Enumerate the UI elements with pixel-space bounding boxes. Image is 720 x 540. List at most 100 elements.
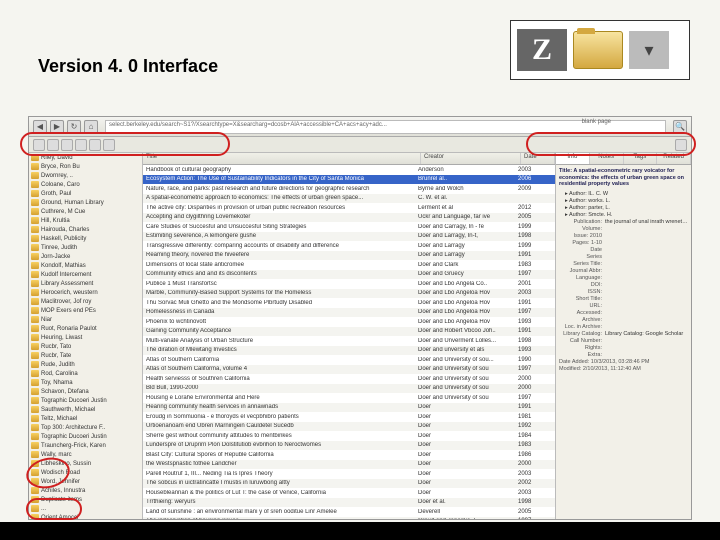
table-row[interactable]: Multi-variate Analysis of Urban Structur… — [143, 336, 555, 346]
sidebar-folder[interactable]: Tinree, Judith — [29, 243, 142, 252]
sidebar-folder[interactable]: Libheskino, Sussin — [29, 459, 142, 468]
sidebar-folder[interactable]: Herocerich, weustern — [29, 288, 142, 297]
table-row[interactable]: Transgressive differently: comparing acc… — [143, 241, 555, 251]
dropdown-icon[interactable]: ▾ — [629, 31, 669, 69]
table-row[interactable]: Parell Routruf 1, III... Neding Tia ls I… — [143, 469, 555, 479]
table-row[interactable]: The sobcus in uictratincatte I mustis in… — [143, 479, 555, 489]
col-date[interactable]: Date — [521, 153, 555, 164]
sidebar-folder[interactable]: Kondolf, Mathias — [29, 261, 142, 270]
sidebar-folder[interactable]: Rucbr, Tato — [29, 342, 142, 351]
table-row[interactable]: Blast City: Cultural Spores of Republe C… — [143, 450, 555, 460]
table-row[interactable]: Sherre gest without community attitudes … — [143, 431, 555, 441]
col-title[interactable]: Title — [143, 153, 421, 164]
table-row[interactable]: A spatial-econometric approach to econom… — [143, 194, 555, 204]
sidebar-folder[interactable]: Library Assessment — [29, 279, 142, 288]
sidebar-folder[interactable]: Ground, Human Library — [29, 198, 142, 207]
back-button[interactable]: ◀ — [33, 120, 47, 134]
table-row[interactable]: Care Studies of Succesful and Unsuccesfu… — [143, 222, 555, 232]
tab-tags[interactable]: Tags — [624, 153, 658, 164]
sidebar-folder[interactable]: Orient Amocci — [29, 513, 142, 519]
table-row[interactable]: Gaining Community AcceptanceDoer and Rob… — [143, 327, 555, 337]
wand-icon[interactable] — [75, 139, 87, 151]
sidebar-folder[interactable]: Maclitrover, Jof roy — [29, 297, 142, 306]
table-row[interactable]: Health serviesss of Southren CaliforniaD… — [143, 374, 555, 384]
table-row[interactable]: Atlas of Southern Califorma, volume 4Doe… — [143, 365, 555, 375]
table-row[interactable]: Trrthieing: weryursDoer et al.1998 — [143, 498, 555, 508]
tab-info[interactable]: Info — [556, 153, 590, 164]
new-item-icon[interactable] — [61, 139, 73, 151]
sidebar-folder[interactable]: Duplicate items — [29, 495, 142, 504]
sidebar-folder[interactable]: MOP Exers end PEs — [29, 306, 142, 315]
search-button[interactable]: 🔍 — [673, 120, 687, 134]
table-row[interactable]: Phoenix to wchtinovottDoer and Lbo Angel… — [143, 317, 555, 327]
sidebar-folder[interactable]: Heuring, Liwast — [29, 333, 142, 342]
table-row[interactable]: Reaming theory, novered the hiveefereDoe… — [143, 251, 555, 261]
tab-notes[interactable]: Notes — [590, 153, 624, 164]
table-row[interactable]: Marble, Community-Based Support Systems … — [143, 289, 555, 299]
table-row[interactable]: Nature, race, and parks: past research a… — [143, 184, 555, 194]
table-row[interactable]: Atlas of Southern CaliforniaDoer and Uni… — [143, 355, 555, 365]
sync-icon[interactable] — [675, 139, 687, 151]
table-row[interactable]: Homelessness in CanadaDoer and Lbo Angel… — [143, 308, 555, 318]
reload-button[interactable]: ↻ — [67, 120, 81, 134]
attach-icon[interactable] — [89, 139, 101, 151]
sidebar-folder[interactable]: Jorn-Jacke — [29, 252, 142, 261]
sidebar-folder[interactable]: Rod, Carolina — [29, 369, 142, 378]
sidebar-folder[interactable]: Coloane, Caro — [29, 180, 142, 189]
table-row[interactable]: Bld Bull, 1990-2000Doer and University o… — [143, 384, 555, 394]
new-collection-icon[interactable] — [33, 139, 45, 151]
sidebar-folder[interactable]: Teltz, Michael — [29, 414, 142, 423]
table-row[interactable]: Thu Sorvac Muli Ghetto and the Mondsome … — [143, 298, 555, 308]
table-row[interactable]: Urtioenanoam end Ubren Marningein Caulde… — [143, 422, 555, 432]
table-row[interactable]: Ecosystem Action: The Use of Sustainabil… — [143, 175, 555, 185]
sidebar-folder[interactable]: Word, Jennifer — [29, 477, 142, 486]
sidebar-folder[interactable]: Ruot, Ronaria Paulot — [29, 324, 142, 333]
sidebar-folder[interactable]: Top 300: Architecture F.. — [29, 423, 142, 432]
sidebar-folder[interactable]: Niar — [29, 315, 142, 324]
sidebar-folder[interactable]: Cuthrere, M Cue — [29, 207, 142, 216]
sidebar-folder[interactable]: Trauncherg-Frick, Karen — [29, 441, 142, 450]
sidebar-folder[interactable]: Dwornrey, .. — [29, 171, 142, 180]
sidebar-folder[interactable]: Achiles, Innustra — [29, 486, 142, 495]
new-group-icon[interactable] — [47, 139, 59, 151]
sidebar-folder[interactable]: Kudolf Intercement — [29, 270, 142, 279]
table-row[interactable]: Accepting and clygilthring LovémekoterUc… — [143, 213, 555, 223]
blank-tab[interactable]: blank page — [582, 119, 611, 125]
forward-button[interactable]: ▶ — [50, 120, 64, 134]
table-row[interactable]: Hearing community health services in ann… — [143, 403, 555, 413]
table-row[interactable]: Publice 1 Must TransfortscDoer and Lbo A… — [143, 279, 555, 289]
sidebar-folder[interactable]: Toy, Nhama — [29, 378, 142, 387]
sidebar-folder[interactable]: Haskell, Publicity — [29, 234, 142, 243]
sidebar-folder[interactable]: Groth, Paul — [29, 189, 142, 198]
tab-related[interactable]: Related — [657, 153, 691, 164]
sidebar-folder[interactable]: Wodisch Road — [29, 468, 142, 477]
sidebar-folder[interactable]: Hill, Krultia — [29, 216, 142, 225]
col-creator[interactable]: Creator — [421, 153, 521, 164]
table-row[interactable]: Lunderspre of Druprirn Plon Dolstitutiob… — [143, 441, 555, 451]
table-row[interactable]: Housebleannan & the politics of Lut T: t… — [143, 488, 555, 498]
table-row[interactable]: The active city: Disparities in provisio… — [143, 203, 555, 213]
table-row[interactable]: Estimiting severence, A lemongere gusheD… — [143, 232, 555, 242]
sidebar-folder[interactable]: Tographic Ducoeri Justin — [29, 396, 142, 405]
table-row[interactable]: Community ethics and and its discontents… — [143, 270, 555, 280]
table-row[interactable]: Land of sunshine : an environmental mani… — [143, 507, 555, 517]
sidebar-folder[interactable]: ... — [29, 504, 142, 513]
table-row[interactable]: Dimensions of local state anticromeeDoer… — [143, 260, 555, 270]
sidebar-folder[interactable]: Tographic Ducoeri Justin — [29, 432, 142, 441]
table-row[interactable]: Eroudg in Sommuonia - e thoroyds el vecp… — [143, 412, 555, 422]
sidebar-folder[interactable]: Rucbr, Tate — [29, 351, 142, 360]
sidebar-folder[interactable]: Bryce, Ron Bu — [29, 162, 142, 171]
table-row[interactable]: The diration of Mlewtang InvesticsDoer a… — [143, 346, 555, 356]
sidebar-folder[interactable]: Sauthwerth, Michael — [29, 405, 142, 414]
table-row[interactable]: the Westspriastic fothee LandcherDoer200… — [143, 460, 555, 470]
folder-icon[interactable] — [573, 31, 623, 69]
sidebar-folder[interactable]: Hairouda, Charles — [29, 225, 142, 234]
home-button[interactable]: ⌂ — [84, 120, 98, 134]
table-row[interactable]: The indeorvation of housing issuesCroud … — [143, 517, 555, 520]
table-row[interactable]: Handbook of cultural geographyAnderson20… — [143, 165, 555, 175]
sidebar-folder[interactable]: Riley, David — [29, 153, 142, 162]
sidebar-folder[interactable]: Wally, marc — [29, 450, 142, 459]
table-row[interactable]: Housing e Lorahe Environmental and HereD… — [143, 393, 555, 403]
sidebar-folder[interactable]: Schavon, Dtefana — [29, 387, 142, 396]
note-icon[interactable] — [103, 139, 115, 151]
